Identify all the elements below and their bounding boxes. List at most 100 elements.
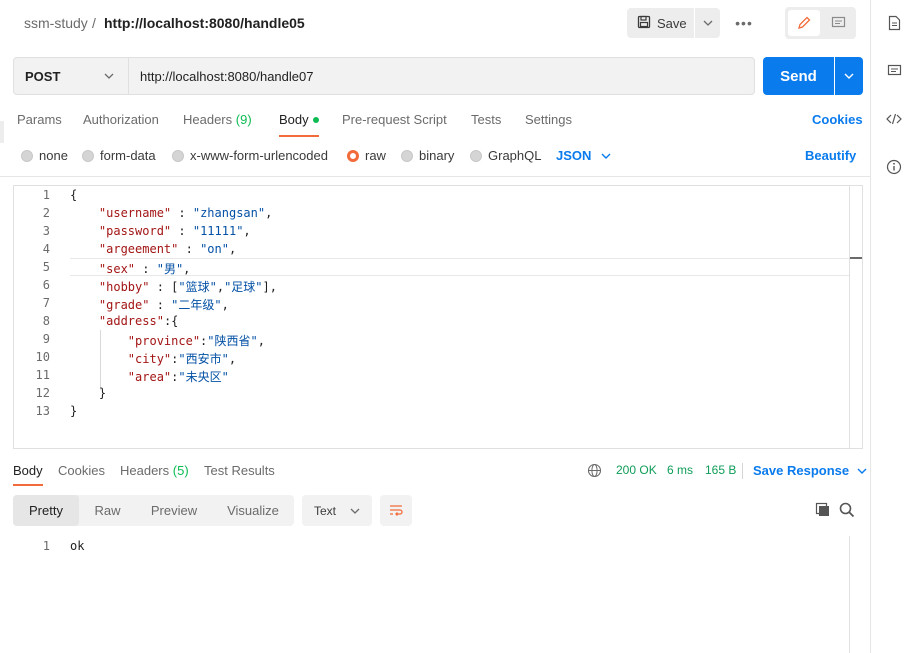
copy-icon[interactable] — [815, 502, 831, 518]
code-line: { — [70, 188, 78, 202]
radio-indicator — [21, 149, 33, 162]
radio-label: form-data — [100, 148, 156, 163]
save-dropdown-button[interactable] — [695, 8, 720, 38]
json-key: "city" — [127, 352, 172, 366]
response-language-select[interactable]: Text — [302, 495, 372, 526]
response-tab-body[interactable]: Body — [13, 463, 43, 478]
radio-raw[interactable]: raw — [347, 148, 386, 163]
save-icon — [637, 15, 651, 32]
line-number: 10 — [35, 350, 50, 364]
chevron-down-icon — [703, 20, 712, 26]
chevron-down-icon — [844, 73, 854, 79]
editor-scroll-marker — [850, 257, 862, 259]
response-active-tab-underline — [13, 484, 43, 486]
radio-form-data[interactable]: form-data — [82, 148, 156, 163]
code-icon[interactable] — [885, 110, 903, 128]
response-scrollbar[interactable] — [849, 536, 850, 653]
json-key: "area" — [127, 370, 172, 384]
documentation-icon[interactable] — [885, 14, 903, 32]
json-key: "address" — [98, 314, 164, 328]
tab-tests[interactable]: Tests — [471, 112, 501, 127]
format-pretty-button[interactable]: Pretty — [13, 495, 79, 526]
tab-prerequest-script[interactable]: Pre-request Script — [342, 112, 447, 127]
json-key: "hobby" — [98, 280, 150, 294]
json-value: "篮球" — [178, 280, 217, 294]
search-icon[interactable] — [839, 502, 855, 518]
line-number: 8 — [42, 314, 50, 328]
tab-headers[interactable]: Headers (9) — [183, 112, 252, 127]
comment-mode-button[interactable] — [823, 10, 853, 36]
code-line: "username" : "zhangsan", — [98, 206, 273, 220]
line-number: 1 — [42, 188, 50, 202]
method-select[interactable]: POST — [13, 57, 129, 95]
save-button[interactable]: Save — [627, 8, 694, 38]
save-response-button[interactable]: Save Response — [753, 463, 867, 478]
json-key: "argeement" — [98, 242, 179, 256]
radio-label: x-www-form-urlencoded — [190, 148, 328, 163]
json-value: "未央区" — [178, 370, 229, 384]
edit-mode-button[interactable] — [788, 10, 820, 36]
format-preview-button[interactable]: Preview — [138, 495, 210, 526]
radio-graphql[interactable]: GraphQL — [470, 148, 541, 163]
response-status[interactable]: 200 OK — [616, 463, 657, 477]
format-raw-button[interactable]: Raw — [80, 495, 135, 526]
radio-label: raw — [365, 148, 386, 163]
cookies-link[interactable]: Cookies — [812, 112, 863, 127]
tab-params[interactable]: Params — [17, 112, 62, 127]
radio-label: binary — [419, 148, 455, 163]
closing-brace: } — [98, 386, 107, 400]
breadcrumb-parent[interactable]: ssm-study — [24, 15, 88, 31]
response-tab-cookies[interactable]: Cookies — [58, 463, 105, 478]
code-line: "sex" : "男", — [98, 262, 191, 276]
chevron-down-icon — [104, 73, 114, 79]
code-line: } — [70, 386, 106, 400]
tab-body-label: Body — [279, 112, 309, 127]
code-line: "grade" : "二年级", — [98, 298, 229, 312]
line-number: 11 — [35, 368, 50, 382]
method-label: POST — [25, 68, 61, 84]
response-time[interactable]: 6 ms — [667, 463, 693, 477]
response-line-number: 1 — [42, 539, 50, 553]
body-format-select[interactable]: JSON — [556, 148, 611, 163]
radio-none[interactable]: none — [21, 148, 68, 163]
request-title[interactable]: http://localhost:8080/handle05 — [104, 15, 305, 31]
radio-binary[interactable]: binary — [401, 148, 454, 163]
code-line: } — [70, 404, 78, 418]
code-line: "argeement" : "on", — [98, 242, 237, 256]
line-number: 4 — [42, 242, 50, 256]
json-value: "男" — [156, 262, 184, 276]
json-value: "on" — [200, 242, 229, 256]
json-key: "password" — [98, 224, 172, 238]
json-value: "陕西省" — [207, 334, 258, 348]
tab-headers-label: Headers — [183, 112, 233, 127]
section-divider — [0, 176, 870, 177]
right-sidebar — [870, 0, 913, 653]
globe-icon[interactable] — [587, 463, 602, 481]
comments-icon[interactable] — [885, 62, 903, 80]
code-line: "province":"陕西省", — [127, 334, 265, 348]
response-tab-headers[interactable]: Headers (5) — [120, 463, 189, 478]
code-line: "area":"未央区" — [127, 370, 229, 384]
beautify-link[interactable]: Beautify — [805, 148, 856, 163]
send-dropdown-button[interactable] — [835, 57, 863, 95]
line-number: 5 — [42, 260, 50, 274]
editor-scrollbar[interactable] — [849, 185, 850, 449]
radio-urlencoded[interactable]: x-www-form-urlencoded — [172, 148, 328, 163]
url-input[interactable]: http://localhost:8080/handle07 — [129, 57, 755, 95]
response-tab-test-results[interactable]: Test Results — [204, 463, 275, 478]
tab-authorization[interactable]: Authorization — [83, 112, 159, 127]
info-icon[interactable] — [885, 158, 903, 176]
json-key: "grade" — [98, 298, 150, 312]
format-visualize-button[interactable]: Visualize — [214, 495, 292, 526]
response-language-label: Text — [314, 503, 337, 518]
pencil-icon — [798, 16, 811, 29]
line-number: 7 — [42, 296, 50, 310]
more-options-button[interactable]: ••• — [733, 12, 755, 34]
response-size[interactable]: 165 B — [705, 463, 736, 477]
json-value: "11111" — [192, 224, 244, 238]
tab-settings[interactable]: Settings — [525, 112, 572, 127]
tab-body[interactable]: Body — [279, 112, 319, 127]
wrap-lines-button[interactable] — [380, 495, 412, 526]
send-button[interactable]: Send — [763, 57, 834, 95]
save-response-label: Save Response — [753, 463, 850, 478]
